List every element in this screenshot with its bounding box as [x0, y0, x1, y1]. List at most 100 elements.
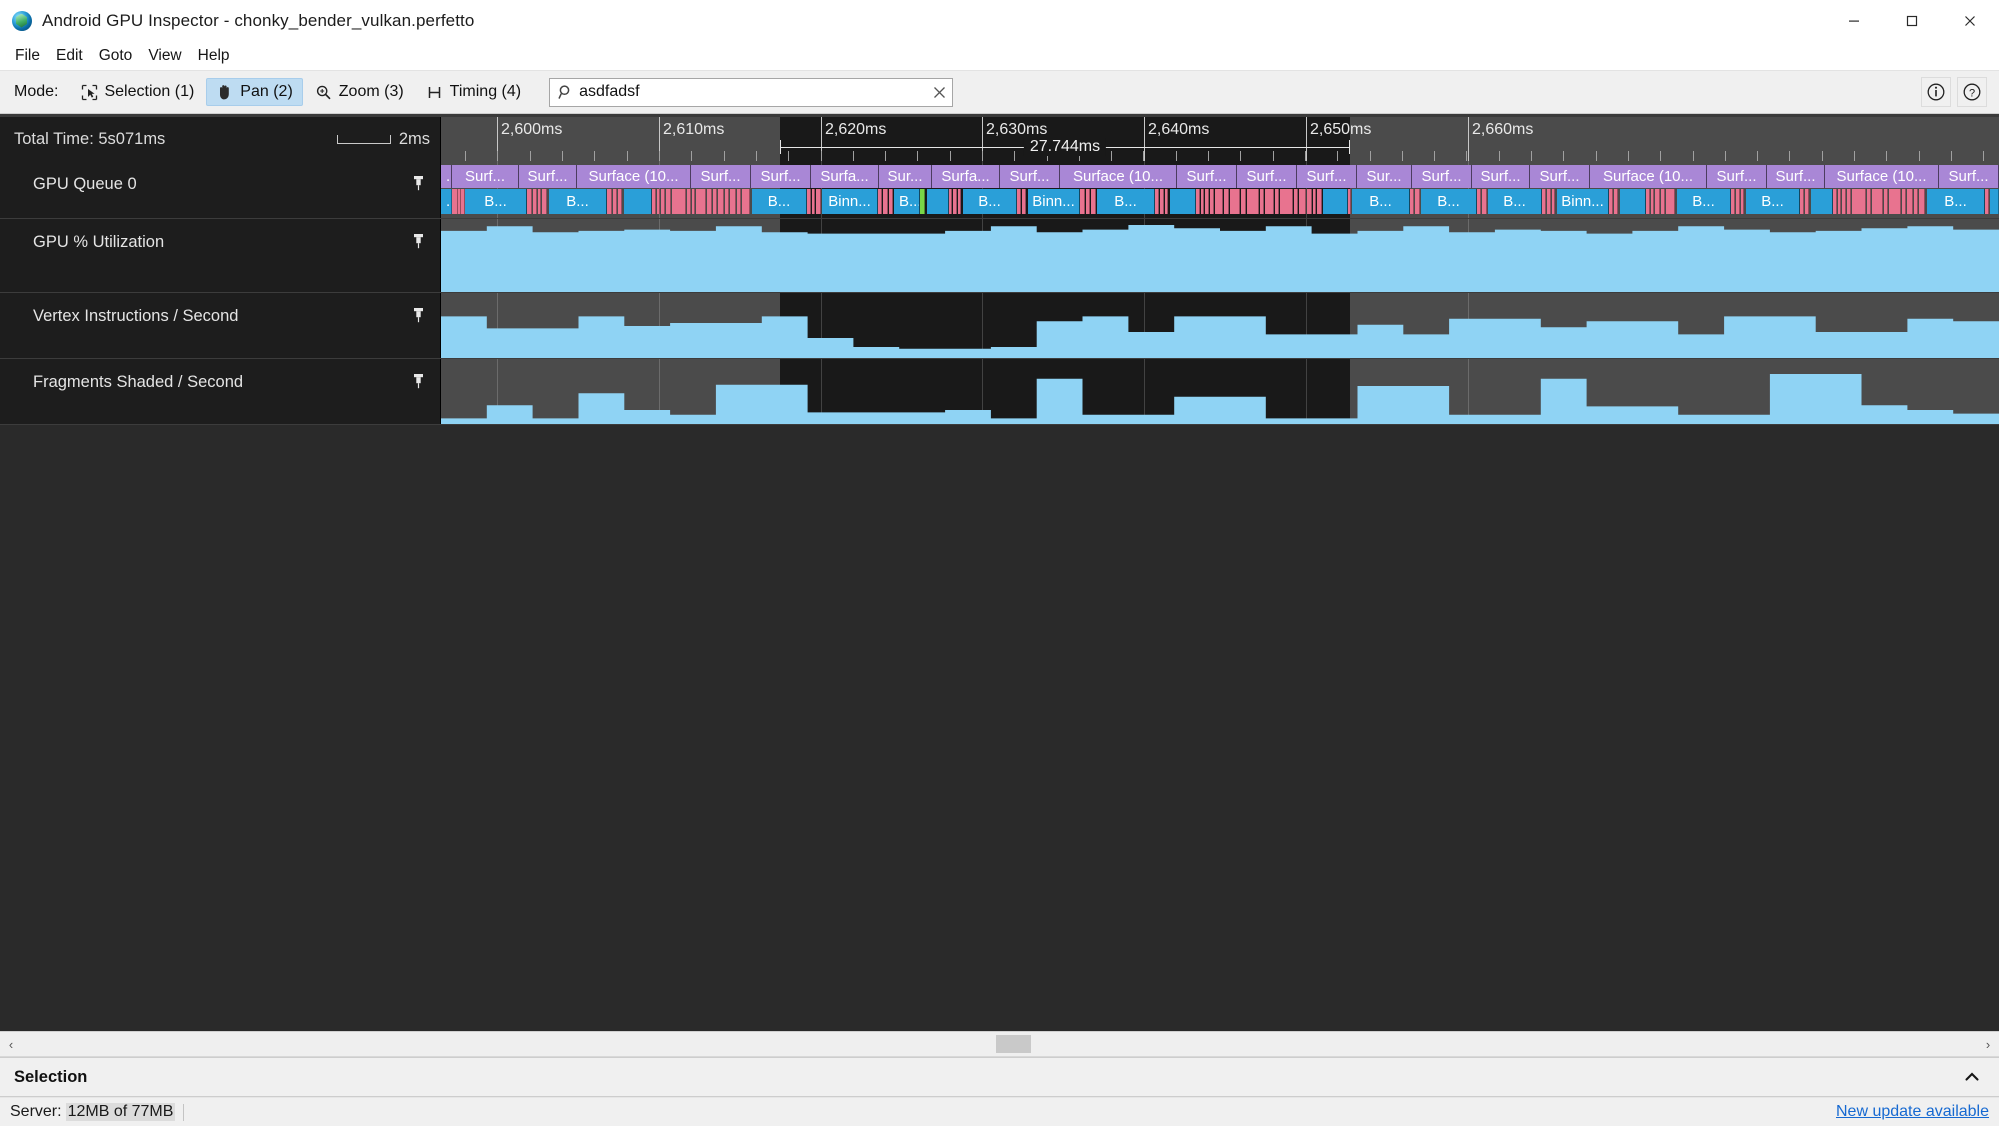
gpu-slice-draw[interactable]	[533, 189, 537, 214]
gpu-slice-surface[interactable]: Surf...	[519, 165, 577, 188]
gpu-slice-draw[interactable]	[1210, 189, 1214, 214]
gpu-slice-draw[interactable]	[1241, 189, 1246, 214]
gpu-slice-draw[interactable]	[812, 189, 815, 214]
track-fragments-shaded[interactable]: Fragments Shaded / Second	[0, 359, 1999, 425]
gpu-slice-draw[interactable]	[889, 189, 893, 214]
gpu-slice-draw[interactable]	[1919, 189, 1925, 214]
gpu-slice-draw[interactable]	[1666, 189, 1675, 214]
track-gpu-queue-0[interactable]: GPU Queue 0 ... Surf... Surf... Surface (10…	[0, 161, 1999, 219]
gpu-slice-draw[interactable]	[1415, 189, 1420, 214]
gpu-slice-draw[interactable]	[953, 189, 957, 214]
gpu-slice-draw[interactable]	[1201, 189, 1204, 214]
gpu-slice-draw[interactable]	[1902, 189, 1906, 214]
gpu-slice-draw[interactable]	[538, 189, 541, 214]
scrollbar-thumb[interactable]	[995, 1035, 1031, 1053]
gpu-slice-draw[interactable]	[1280, 189, 1293, 214]
track-vertex-instructions[interactable]: Vertex Instructions / Second	[0, 293, 1999, 359]
gpu-slice-renderpass[interactable]: B...	[1352, 189, 1410, 214]
gpu-slice-draw[interactable]	[1914, 189, 1918, 214]
gpu-slice-surface[interactable]: Surf...	[1707, 165, 1767, 188]
gpu-slice-surface[interactable]: Surf...	[452, 165, 519, 188]
gpu-slice-draw[interactable]	[878, 189, 882, 214]
gpu-slice-draw[interactable]	[672, 189, 686, 214]
gpu-slice-renderpass[interactable]: B...	[963, 189, 1017, 214]
gpu-slice-renderpass[interactable]: B...	[1488, 189, 1542, 214]
gpu-slice-draw[interactable]	[707, 189, 712, 214]
gpu-slice-renderpass[interactable]: Binn...	[1557, 189, 1609, 214]
gpu-slice-surface[interactable]: Surf...	[1000, 165, 1060, 188]
gpu-slice-draw[interactable]	[725, 189, 729, 214]
gpu-slice-draw[interactable]	[1889, 189, 1901, 214]
gpu-slice-surface[interactable]: Surface (10...	[1825, 165, 1939, 188]
gpu-slice-draw[interactable]	[1265, 189, 1274, 214]
gpu-slice-renderpass[interactable]: B...	[1927, 189, 1985, 214]
gpu-slice-draw[interactable]	[1609, 189, 1613, 214]
gpu-slice-draw[interactable]	[1838, 189, 1841, 214]
gpu-slice-draw[interactable]	[1230, 189, 1240, 214]
close-button[interactable]	[1941, 0, 1999, 41]
gpu-slice-draw[interactable]	[1867, 189, 1871, 214]
gpu-slice-renderpass[interactable]	[927, 189, 949, 214]
gpu-slice-draw[interactable]	[1086, 189, 1090, 214]
ruler-ticks-area[interactable]: 2,600ms 2,610ms 2,620ms 2,630ms 2,640ms 2,650…	[441, 117, 1999, 161]
gpu-slice-draw[interactable]	[696, 189, 706, 214]
gpu-slice-renderpass[interactable]	[1170, 189, 1196, 214]
pin-icon[interactable]	[411, 373, 426, 394]
pin-icon[interactable]	[411, 175, 426, 196]
gpu-slice-draw[interactable]	[1842, 189, 1846, 214]
gpu-slice-draw[interactable]	[1833, 189, 1837, 214]
gpu-slice-draw[interactable]	[1022, 189, 1026, 214]
gpu-slice-draw[interactable]	[657, 189, 660, 214]
gpu-slice-renderpass[interactable]: B...	[1677, 189, 1731, 214]
gpu-slice-draw[interactable]	[613, 189, 617, 214]
gpu-slice-surface[interactable]: Surf...	[1939, 165, 1999, 188]
mode-button-timing[interactable]: Timing (4)	[416, 78, 531, 106]
track-label-cell[interactable]: Vertex Instructions / Second	[0, 293, 441, 358]
gpu-slice-surface[interactable]: Surf...	[751, 165, 811, 188]
gpu-slice-draw[interactable]	[1317, 189, 1322, 214]
gpu-slice-draw[interactable]	[1260, 189, 1264, 214]
menu-edit[interactable]: Edit	[49, 44, 90, 68]
gpu-slice-draw[interactable]	[1884, 189, 1888, 214]
gpu-slice-renderpass[interactable]	[624, 189, 652, 214]
gpu-slice-draw[interactable]	[1313, 189, 1316, 214]
gpu-slice-draw[interactable]	[737, 189, 741, 214]
gpu-slice-draw[interactable]	[1477, 189, 1481, 214]
gpu-slice-draw[interactable]	[1852, 189, 1866, 214]
search-field[interactable]	[549, 77, 954, 107]
search-input[interactable]	[577, 78, 927, 106]
gpu-slice-draw[interactable]	[1160, 189, 1164, 214]
gpu-slice-draw[interactable]	[1736, 189, 1740, 214]
gpu-slice-surface[interactable]: Surfa...	[811, 165, 879, 188]
gpu-slice-surface[interactable]: Surface (10...	[577, 165, 691, 188]
gpu-slice-surface[interactable]: Surf...	[1412, 165, 1472, 188]
gpu-slice-draw[interactable]	[1091, 189, 1096, 214]
gpu-slice-surface[interactable]: Surf...	[1530, 165, 1590, 188]
gpu-slice-draw[interactable]	[1155, 189, 1159, 214]
gpu-slice-draw[interactable]	[1741, 189, 1744, 214]
gpu-slice-draw[interactable]	[666, 189, 671, 214]
gpu-slice-surface[interactable]: Surf...	[1177, 165, 1237, 188]
gpu-slice-draw[interactable]	[1247, 189, 1259, 214]
info-button[interactable]	[1921, 77, 1951, 107]
gpu-slice-draw[interactable]	[1547, 189, 1551, 214]
gpu-slice-draw[interactable]	[718, 189, 724, 214]
gpu-slice-draw[interactable]	[1651, 189, 1654, 214]
gpu-slice-surface[interactable]: Surf...	[1767, 165, 1825, 188]
gpu-slice-draw[interactable]	[1731, 189, 1735, 214]
gpu-slice-draw[interactable]	[816, 189, 821, 214]
scroll-right-button[interactable]: ›	[1977, 1032, 1999, 1056]
gpu-slice-draw[interactable]	[1294, 189, 1298, 214]
gpu-slice-surface[interactable]: ...	[441, 165, 452, 188]
mode-button-selection[interactable]: Selection (1)	[70, 78, 204, 106]
gpu-slice-renderpass[interactable]: B...	[894, 189, 920, 214]
gpu-slice-draw[interactable]	[1661, 189, 1665, 214]
gpu-slice-renderpass[interactable]: ...	[441, 189, 452, 214]
gpu-slice-renderpass[interactable]	[1990, 189, 1999, 214]
scrollbar-track[interactable]	[22, 1032, 1977, 1056]
mode-button-pan[interactable]: Pan (2)	[206, 78, 303, 106]
gpu-slice-draw[interactable]	[607, 189, 612, 214]
gpu-slice-renderpass[interactable]: B...	[465, 189, 527, 214]
gpu-slice-draw[interactable]	[713, 189, 717, 214]
gpu-slice-draw[interactable]	[1275, 189, 1279, 214]
